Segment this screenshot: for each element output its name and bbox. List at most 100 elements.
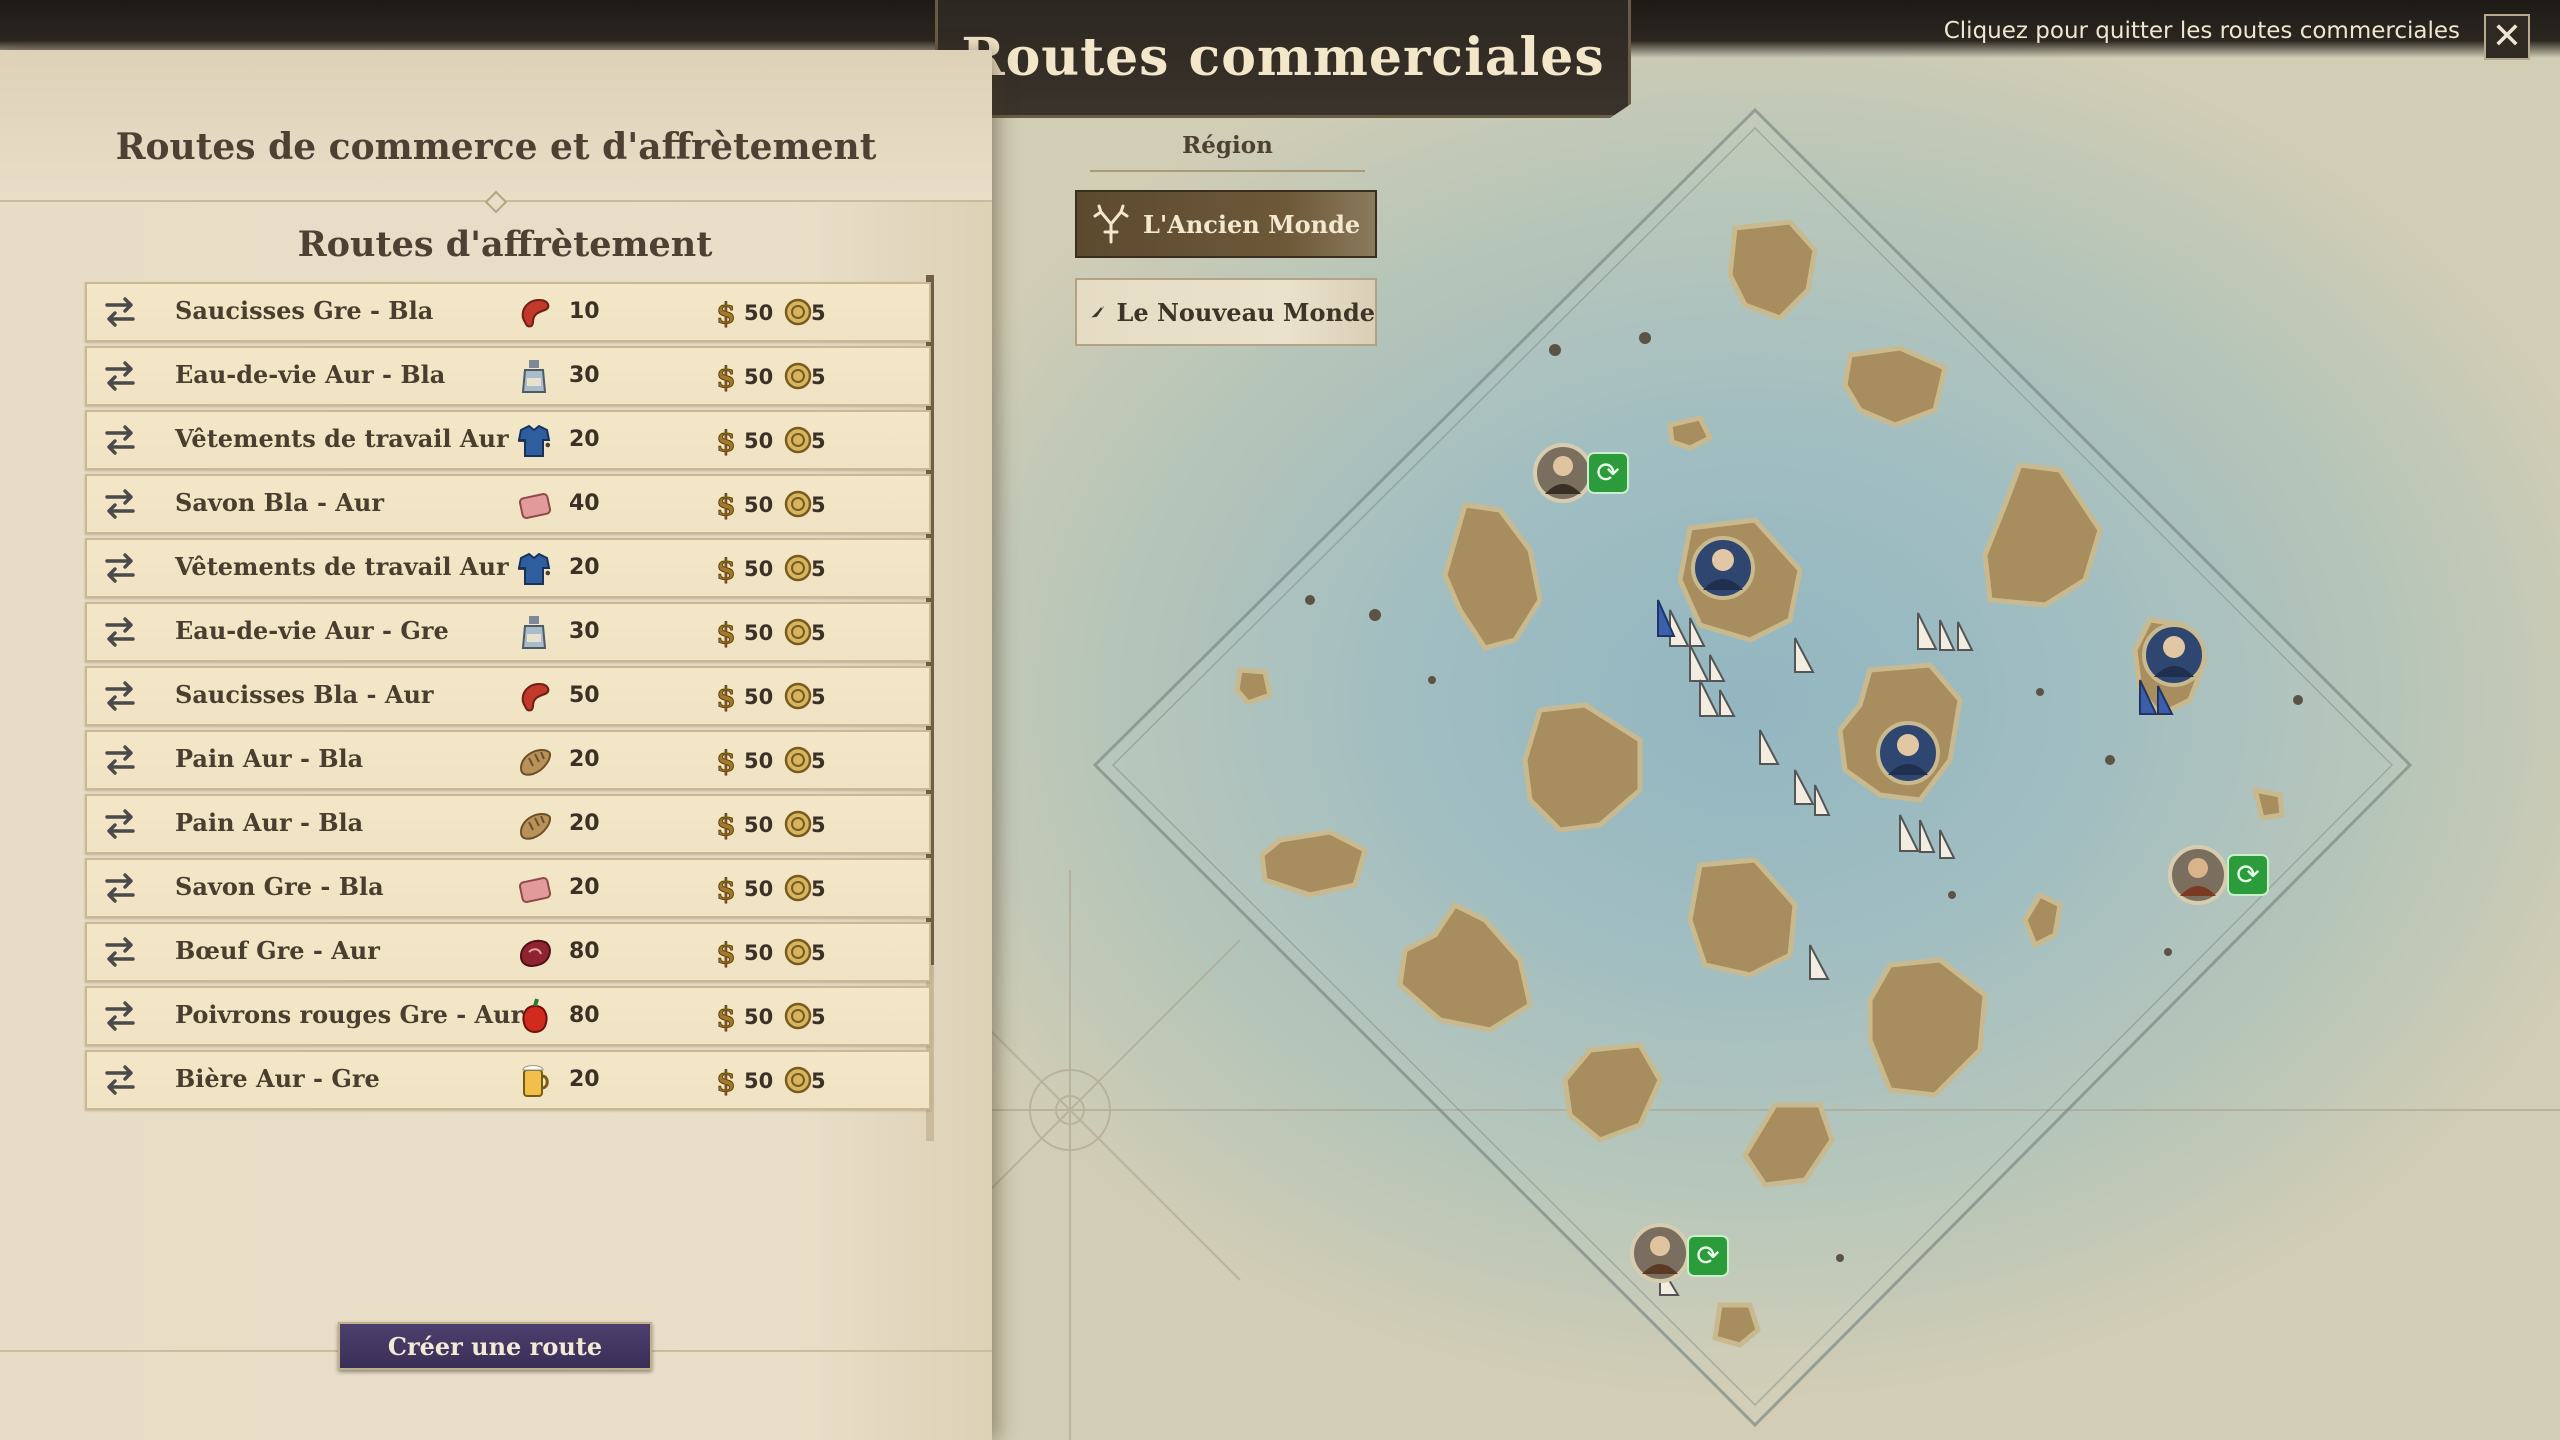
svg-text:$: $ bbox=[716, 617, 735, 649]
bread-icon bbox=[519, 749, 551, 776]
route-quantity: 20 bbox=[569, 555, 600, 580]
swap-arrows-icon bbox=[103, 614, 137, 650]
bread-icon bbox=[519, 813, 551, 840]
swap-arrows-icon bbox=[103, 998, 137, 1034]
influence-icon bbox=[783, 553, 813, 583]
close-button[interactable]: ✕ bbox=[2484, 14, 2530, 60]
route-quantity: 20 bbox=[569, 875, 600, 900]
coin-icon: $ bbox=[712, 553, 740, 587]
route-quantity: 20 bbox=[569, 747, 600, 772]
schnapps-icon bbox=[521, 360, 547, 393]
influence-icon bbox=[783, 617, 813, 647]
route-row[interactable]: Savon Bla - Aur 40 $50 5 bbox=[85, 474, 931, 534]
route-name: Saucisses Gre - Bla bbox=[175, 296, 434, 325]
swap-arrows-icon bbox=[103, 1062, 137, 1098]
route-cost: 50 bbox=[744, 813, 774, 837]
route-name: Saucisses Bla - Aur bbox=[175, 680, 434, 709]
swap-arrows-icon bbox=[103, 678, 137, 714]
route-row[interactable]: Bœuf Gre - Aur 80 $50 5 bbox=[85, 922, 931, 982]
route-name: Bœuf Gre - Aur bbox=[175, 936, 380, 965]
svg-text:⟳: ⟳ bbox=[1596, 456, 1619, 489]
region-option-new-world[interactable]: Le Nouveau Monde bbox=[1075, 278, 1377, 346]
route-name: Poivrons rouges Gre - Aur bbox=[175, 1000, 524, 1029]
route-list: Saucisses Gre - Bla 10 $50 5 Eau-de-vie Aur … bbox=[85, 282, 931, 1114]
player-portrait-icon bbox=[1876, 721, 1940, 785]
route-cost: 50 bbox=[744, 1069, 774, 1093]
route-influence: 5 bbox=[811, 941, 826, 965]
list-title: Routes d'affrètement bbox=[297, 224, 713, 265]
create-route-button[interactable]: Créer une route bbox=[338, 1322, 652, 1370]
route-cost: 50 bbox=[744, 685, 774, 709]
region-option-old-world[interactable]: L'Ancien Monde bbox=[1075, 190, 1377, 258]
route-influence: 5 bbox=[811, 1069, 826, 1093]
route-name: Vêtements de travail Aur -... bbox=[175, 552, 552, 581]
route-row[interactable]: Pain Aur - Bla 20 $50 5 bbox=[85, 730, 931, 790]
coin-icon: $ bbox=[712, 425, 740, 459]
route-cost: 50 bbox=[744, 1005, 774, 1029]
coin-icon: $ bbox=[712, 681, 740, 715]
route-row[interactable]: Eau-de-vie Aur - Bla 30 $50 5 bbox=[85, 346, 931, 406]
route-quantity: 40 bbox=[569, 491, 600, 516]
coin-icon: $ bbox=[712, 361, 740, 395]
swap-arrows-icon bbox=[103, 934, 137, 970]
route-name: Savon Bla - Aur bbox=[175, 488, 384, 517]
route-quantity: 80 bbox=[569, 1003, 600, 1028]
player-portrait-icon bbox=[2142, 623, 2206, 687]
swap-arrows-icon bbox=[103, 294, 137, 330]
route-influence: 5 bbox=[811, 493, 826, 517]
route-row[interactable]: Bière Aur - Gre 20 $50 5 bbox=[85, 1050, 931, 1110]
svg-text:$: $ bbox=[716, 1065, 735, 1097]
svg-text:$: $ bbox=[716, 745, 735, 777]
swap-arrows-icon bbox=[103, 870, 137, 906]
route-influence: 5 bbox=[811, 749, 826, 773]
exit-hint[interactable]: Cliquez pour quitter les routes commerci… bbox=[1944, 18, 2460, 44]
influence-icon bbox=[783, 745, 813, 775]
svg-text:$: $ bbox=[716, 425, 735, 457]
coin-icon: $ bbox=[712, 1001, 740, 1035]
route-row[interactable]: Saucisses Bla - Aur 50 $50 5 bbox=[85, 666, 931, 726]
work-clothes-icon bbox=[517, 424, 551, 457]
influence-icon bbox=[783, 873, 813, 903]
island bbox=[1667, 415, 1714, 451]
bird-icon bbox=[1091, 306, 1105, 318]
close-icon: ✕ bbox=[2491, 16, 2523, 57]
route-cost: 50 bbox=[744, 557, 774, 581]
coin-icon: $ bbox=[712, 489, 740, 523]
route-name: Eau-de-vie Aur - Gre bbox=[175, 616, 449, 645]
route-influence: 5 bbox=[811, 877, 826, 901]
title-banner: Routes commerciales bbox=[935, 0, 1631, 118]
route-name: Eau-de-vie Aur - Bla bbox=[175, 360, 446, 389]
route-cost: 50 bbox=[744, 429, 774, 453]
route-quantity: 20 bbox=[569, 1067, 600, 1092]
influence-icon bbox=[783, 1065, 813, 1095]
divider bbox=[1090, 170, 1365, 172]
route-quantity: 80 bbox=[569, 939, 600, 964]
route-name: Savon Gre - Bla bbox=[175, 872, 384, 901]
trader-portrait-icon: ⟳ bbox=[1533, 443, 1629, 503]
coin-icon: $ bbox=[712, 617, 740, 651]
route-row[interactable]: Vêtements de travail Aur -... 20 $50 5 bbox=[85, 538, 931, 598]
beef-icon bbox=[519, 939, 551, 967]
route-row[interactable]: Saucisses Gre - Bla 10 $50 5 bbox=[85, 282, 931, 342]
svg-text:$: $ bbox=[716, 297, 735, 329]
swap-arrows-icon bbox=[103, 550, 137, 586]
coin-icon: $ bbox=[712, 297, 740, 331]
svg-text:$: $ bbox=[716, 809, 735, 841]
swap-arrows-icon bbox=[103, 806, 137, 842]
soap-icon bbox=[518, 877, 552, 903]
route-row[interactable]: Pain Aur - Bla 20 $50 5 bbox=[85, 794, 931, 854]
route-cost: 50 bbox=[744, 749, 774, 773]
svg-text:⟳: ⟳ bbox=[2236, 858, 2259, 891]
influence-icon bbox=[783, 361, 813, 391]
route-row[interactable]: Savon Gre - Bla 20 $50 5 bbox=[85, 858, 931, 918]
route-name: Bière Aur - Gre bbox=[175, 1064, 380, 1093]
route-name: Vêtements de travail Aur -... bbox=[175, 424, 552, 453]
route-row[interactable]: Poivrons rouges Gre - Aur 80 $50 5 bbox=[85, 986, 931, 1046]
panel-title: Routes de commerce et d'affrètement bbox=[115, 126, 877, 168]
trade-routes-panel: Routes de commerce et d'affrètement Rout… bbox=[0, 50, 992, 1440]
route-row[interactable]: Eau-de-vie Aur - Gre 30 $50 5 bbox=[85, 602, 931, 662]
route-quantity: 20 bbox=[569, 427, 600, 452]
route-quantity: 30 bbox=[569, 619, 600, 644]
route-influence: 5 bbox=[811, 557, 826, 581]
route-row[interactable]: Vêtements de travail Aur -... 20 $50 5 bbox=[85, 410, 931, 470]
